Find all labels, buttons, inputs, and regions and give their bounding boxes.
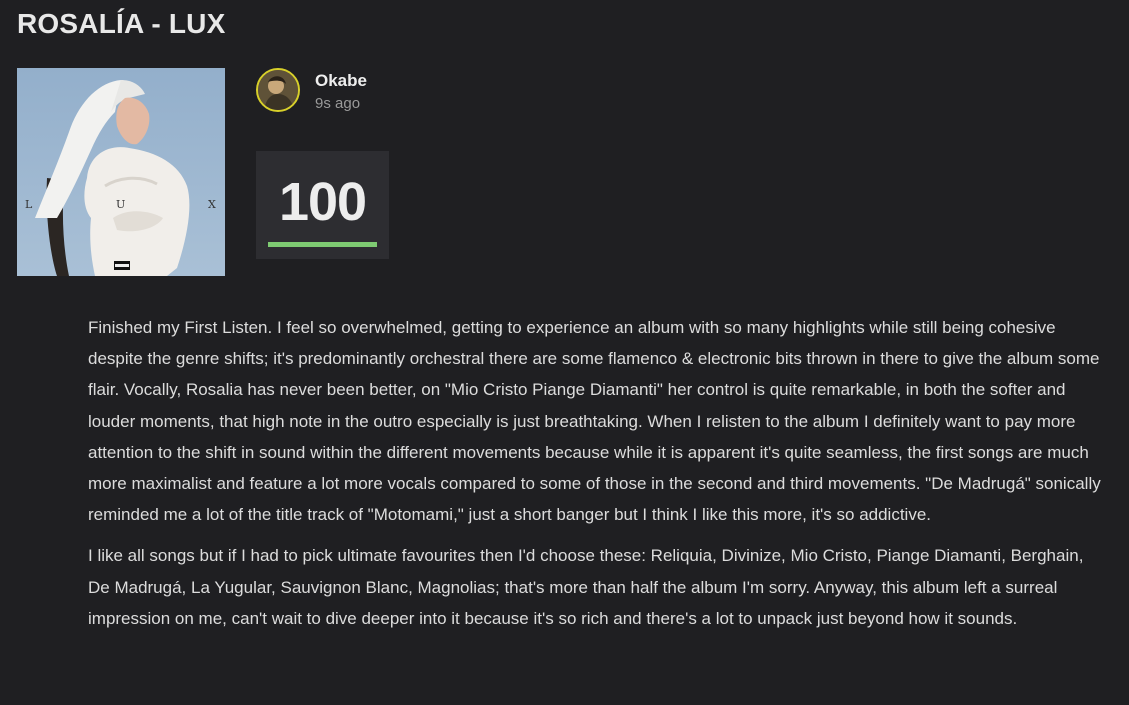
album-title[interactable]: ROSALÍA - LUX: [17, 8, 225, 40]
user-avatar-image: [258, 70, 298, 110]
score-value: 100: [278, 172, 367, 232]
svg-text:X: X: [208, 198, 216, 211]
timestamp: 9s ago: [315, 95, 361, 112]
score-bar-fill: [268, 242, 377, 247]
review-page: ROSALÍA - LUX L U X Okabe 9s ago 100 Fin…: [0, 0, 1129, 705]
svg-text:L: L: [25, 198, 33, 211]
album-cover[interactable]: L U X: [17, 68, 225, 276]
svg-text:U: U: [116, 198, 125, 211]
review-text: Finished my First Listen. I feel so over…: [88, 312, 1108, 644]
review-paragraph: I like all songs but if I had to pick ul…: [88, 546, 1084, 628]
album-cover-image: L U X: [17, 68, 225, 276]
score-bar: [268, 242, 377, 247]
username-link[interactable]: Okabe: [315, 71, 367, 91]
review-paragraph: Finished my First Listen. I feel so over…: [88, 318, 1101, 525]
user-avatar[interactable]: [256, 68, 300, 112]
score-box: 100: [256, 151, 389, 259]
